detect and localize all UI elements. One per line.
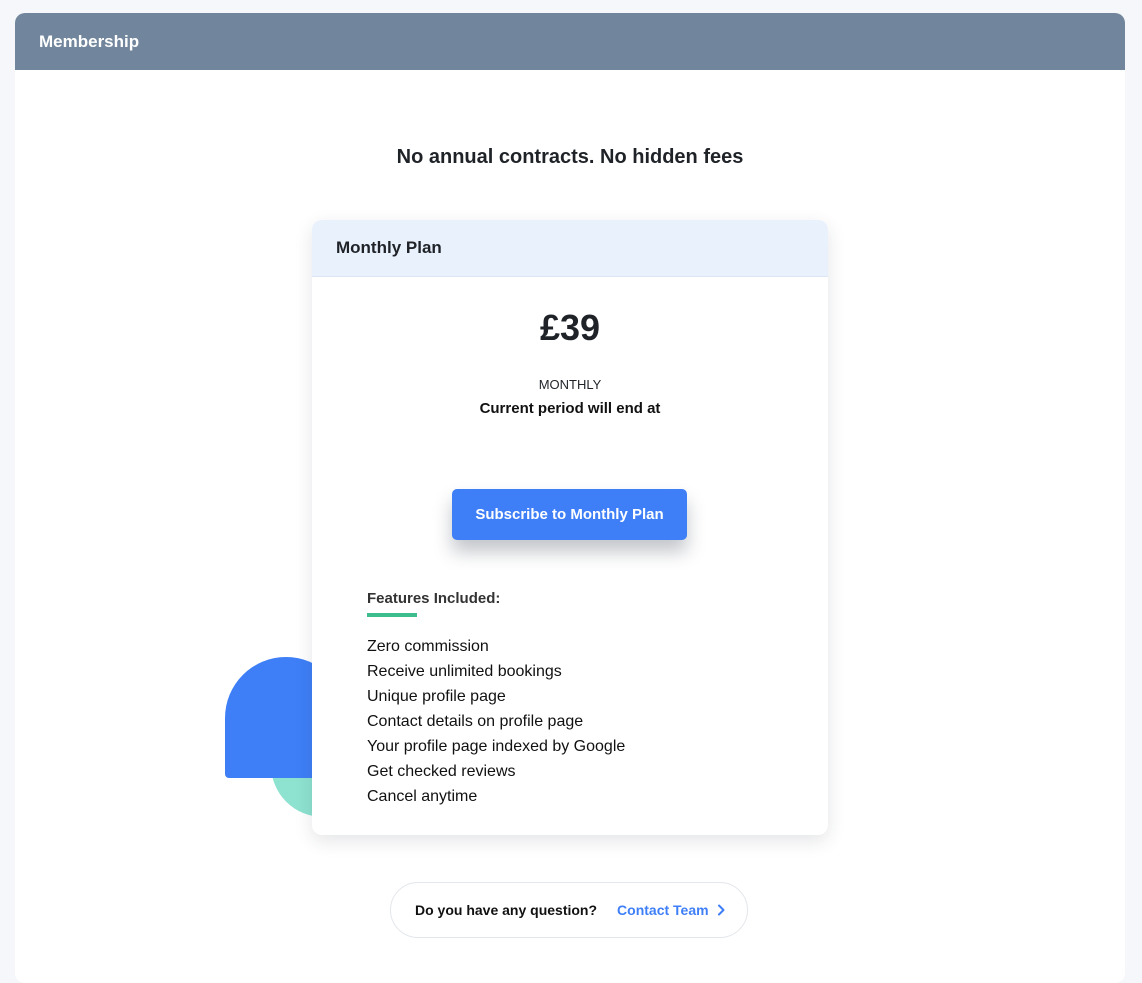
features-title-underline: [367, 613, 417, 617]
feature-item: Receive unlimited bookings: [367, 663, 562, 680]
plan-card: Monthly Plan £39 MONTHLY Current period …: [312, 220, 828, 835]
membership-panel: Membership No annual contracts. No hidde…: [15, 13, 1125, 983]
features-title: Features Included:: [367, 590, 501, 607]
feature-item: Cancel anytime: [367, 788, 478, 805]
feature-item: Contact details on profile page: [367, 713, 584, 730]
contact-team-link[interactable]: Contact Team: [617, 902, 725, 918]
contact-pill: Do you have any question? Contact Team: [390, 882, 748, 938]
features-list: Zero commission Receive unlimited bookin…: [367, 634, 625, 809]
contact-team-label: Contact Team: [617, 902, 709, 918]
plan-name: Monthly Plan: [336, 238, 442, 257]
page-title: Membership: [39, 31, 140, 51]
current-period-end-text: Current period will end at: [479, 400, 661, 417]
plan-price: £39: [539, 307, 601, 348]
feature-item: Unique profile page: [367, 688, 506, 705]
feature-item: Get checked reviews: [367, 763, 516, 780]
subscribe-button[interactable]: Subscribe to Monthly Plan: [452, 489, 687, 540]
chevron-right-icon: [717, 904, 725, 916]
pricing-tagline: No annual contracts. No hidden fees: [396, 146, 744, 168]
feature-item: Your profile page indexed by Google: [367, 738, 626, 755]
plan-period: MONTHLY: [538, 377, 602, 392]
contact-question: Do you have any question?: [415, 902, 598, 918]
plan-card-header: Monthly Plan: [312, 220, 828, 277]
panel-header: Membership: [15, 13, 1125, 70]
feature-item: Zero commission: [367, 638, 489, 655]
